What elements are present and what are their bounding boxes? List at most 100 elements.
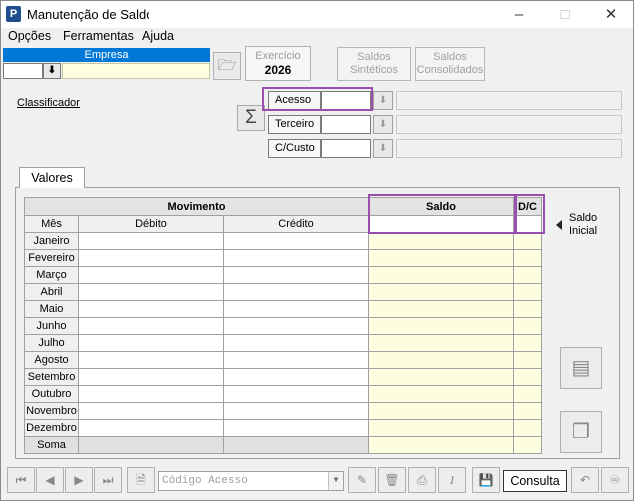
credito-cell[interactable] xyxy=(223,317,369,335)
saldo-cell[interactable] xyxy=(368,300,514,318)
save-icon[interactable]: 💾 xyxy=(472,467,500,493)
codigo-acesso-combo[interactable]: Código Acesso ▼ xyxy=(158,471,344,491)
delete-icon[interactable]: 🗑 xyxy=(378,467,406,493)
classificador-link[interactable]: Classificador xyxy=(17,97,80,109)
month-label: Setembro xyxy=(24,368,79,386)
next-record-icon[interactable]: ▶ xyxy=(65,467,93,493)
saldos-consolidados-button[interactable]: Saldos Consolidados xyxy=(415,47,485,81)
saldos-sinteticos-line2: Sintéticos xyxy=(350,64,398,76)
debito-cell[interactable] xyxy=(78,300,224,318)
dc-cell[interactable] xyxy=(513,249,542,267)
close-button[interactable]: ✕ xyxy=(596,5,626,25)
italic-icon[interactable]: I xyxy=(438,467,466,493)
credito-cell[interactable] xyxy=(223,232,369,250)
edit-icon[interactable]: ✎ xyxy=(348,467,376,493)
saldos-sinteticos-button[interactable]: Saldos Sintéticos xyxy=(337,47,411,81)
credito-cell[interactable] xyxy=(223,283,369,301)
table-row: Abril xyxy=(24,283,542,301)
debito-cell[interactable] xyxy=(78,419,224,437)
search-binoculars-icon[interactable]: ♾ xyxy=(601,467,629,493)
credito-cell[interactable] xyxy=(223,402,369,420)
saldo-cell[interactable] xyxy=(368,368,514,386)
saldo-cell[interactable] xyxy=(368,419,514,437)
month-label: Abril xyxy=(24,283,79,301)
chart-icon[interactable]: ▤ xyxy=(560,347,602,389)
saldo-cell[interactable] xyxy=(368,334,514,352)
credito-cell[interactable] xyxy=(223,249,369,267)
month-rows: Janeiro Fevereiro Março Abril Maio Junho Julho… xyxy=(24,232,542,437)
menu-opcoes[interactable]: Opções xyxy=(8,29,51,43)
custo-dropdown-icon[interactable]: ⬇ xyxy=(373,139,393,158)
credito-cell[interactable] xyxy=(223,368,369,386)
terceiro-dropdown-icon[interactable]: ⬇ xyxy=(373,115,393,134)
dc-cell[interactable] xyxy=(513,419,542,437)
empresa-dropdown-button[interactable]: ⬇ xyxy=(43,63,61,79)
saldo-highlight xyxy=(368,194,517,234)
debito-cell[interactable] xyxy=(78,317,224,335)
table-row: Fevereiro xyxy=(24,249,542,267)
dc-cell[interactable] xyxy=(513,334,542,352)
saldo-inicial-label: Saldo Inicial xyxy=(569,212,597,238)
acesso-dropdown-icon[interactable]: ⬇ xyxy=(373,91,393,110)
credito-cell[interactable] xyxy=(223,385,369,403)
empresa-code-input[interactable] xyxy=(3,63,43,79)
first-record-icon[interactable]: ⏮ xyxy=(7,467,35,493)
saldo-cell[interactable] xyxy=(368,317,514,335)
custo-input[interactable] xyxy=(321,139,371,158)
new-document-icon[interactable]: 🗎 xyxy=(127,467,155,493)
app-logo-icon: P xyxy=(6,6,21,22)
dc-cell[interactable] xyxy=(513,317,542,335)
debito-cell[interactable] xyxy=(78,249,224,267)
saldo-cell[interactable] xyxy=(368,351,514,369)
dc-cell[interactable] xyxy=(513,351,542,369)
debito-cell[interactable] xyxy=(78,266,224,284)
menu-ferramentas[interactable]: Ferramentas xyxy=(63,29,134,43)
saldo-cell[interactable] xyxy=(368,402,514,420)
terceiro-input[interactable] xyxy=(321,115,371,134)
dc-cell[interactable] xyxy=(513,402,542,420)
soma-debito-cell xyxy=(78,436,224,454)
prev-record-icon[interactable]: ◀ xyxy=(36,467,64,493)
minimize-button[interactable]: – xyxy=(504,5,534,25)
debito-cell[interactable] xyxy=(78,232,224,250)
tab-valores[interactable]: Valores xyxy=(19,167,85,188)
month-label: Fevereiro xyxy=(24,249,79,267)
month-label: Novembro xyxy=(24,402,79,420)
undo-icon[interactable]: ↶ xyxy=(571,467,599,493)
dc-cell[interactable] xyxy=(513,266,542,284)
menu-ajuda[interactable]: Ajuda xyxy=(142,29,174,43)
dc-cell[interactable] xyxy=(513,232,542,250)
credito-cell[interactable] xyxy=(223,300,369,318)
last-record-icon[interactable]: ⏭ xyxy=(94,467,122,493)
debito-cell[interactable] xyxy=(78,402,224,420)
debito-cell[interactable] xyxy=(78,385,224,403)
copy-icon[interactable]: ❐ xyxy=(560,411,602,453)
open-folder-button[interactable]: 🗁 xyxy=(213,52,241,80)
debito-cell[interactable] xyxy=(78,334,224,352)
saldo-cell[interactable] xyxy=(368,232,514,250)
credito-cell[interactable] xyxy=(223,419,369,437)
debito-cell[interactable] xyxy=(78,351,224,369)
soma-credito-cell xyxy=(223,436,369,454)
credito-cell[interactable] xyxy=(223,266,369,284)
maximize-button[interactable]: □ xyxy=(550,5,580,25)
dc-cell[interactable] xyxy=(513,283,542,301)
debito-cell[interactable] xyxy=(78,368,224,386)
dc-cell[interactable] xyxy=(513,385,542,403)
codigo-dropdown-icon[interactable]: ▼ xyxy=(328,472,343,490)
saldo-cell[interactable] xyxy=(368,283,514,301)
saldo-cell[interactable] xyxy=(368,385,514,403)
sigma-icon[interactable]: Σ xyxy=(237,105,265,131)
month-label: Dezembro xyxy=(24,419,79,437)
dc-cell[interactable] xyxy=(513,300,542,318)
debito-cell[interactable] xyxy=(78,283,224,301)
print-icon[interactable]: ⎙ xyxy=(408,467,436,493)
credito-cell[interactable] xyxy=(223,351,369,369)
empresa-header: Empresa xyxy=(3,48,210,62)
month-label: Junho xyxy=(24,317,79,335)
credito-cell[interactable] xyxy=(223,334,369,352)
saldo-cell[interactable] xyxy=(368,249,514,267)
dc-cell[interactable] xyxy=(513,368,542,386)
saldo-cell[interactable] xyxy=(368,266,514,284)
soma-dc-cell xyxy=(513,436,542,454)
